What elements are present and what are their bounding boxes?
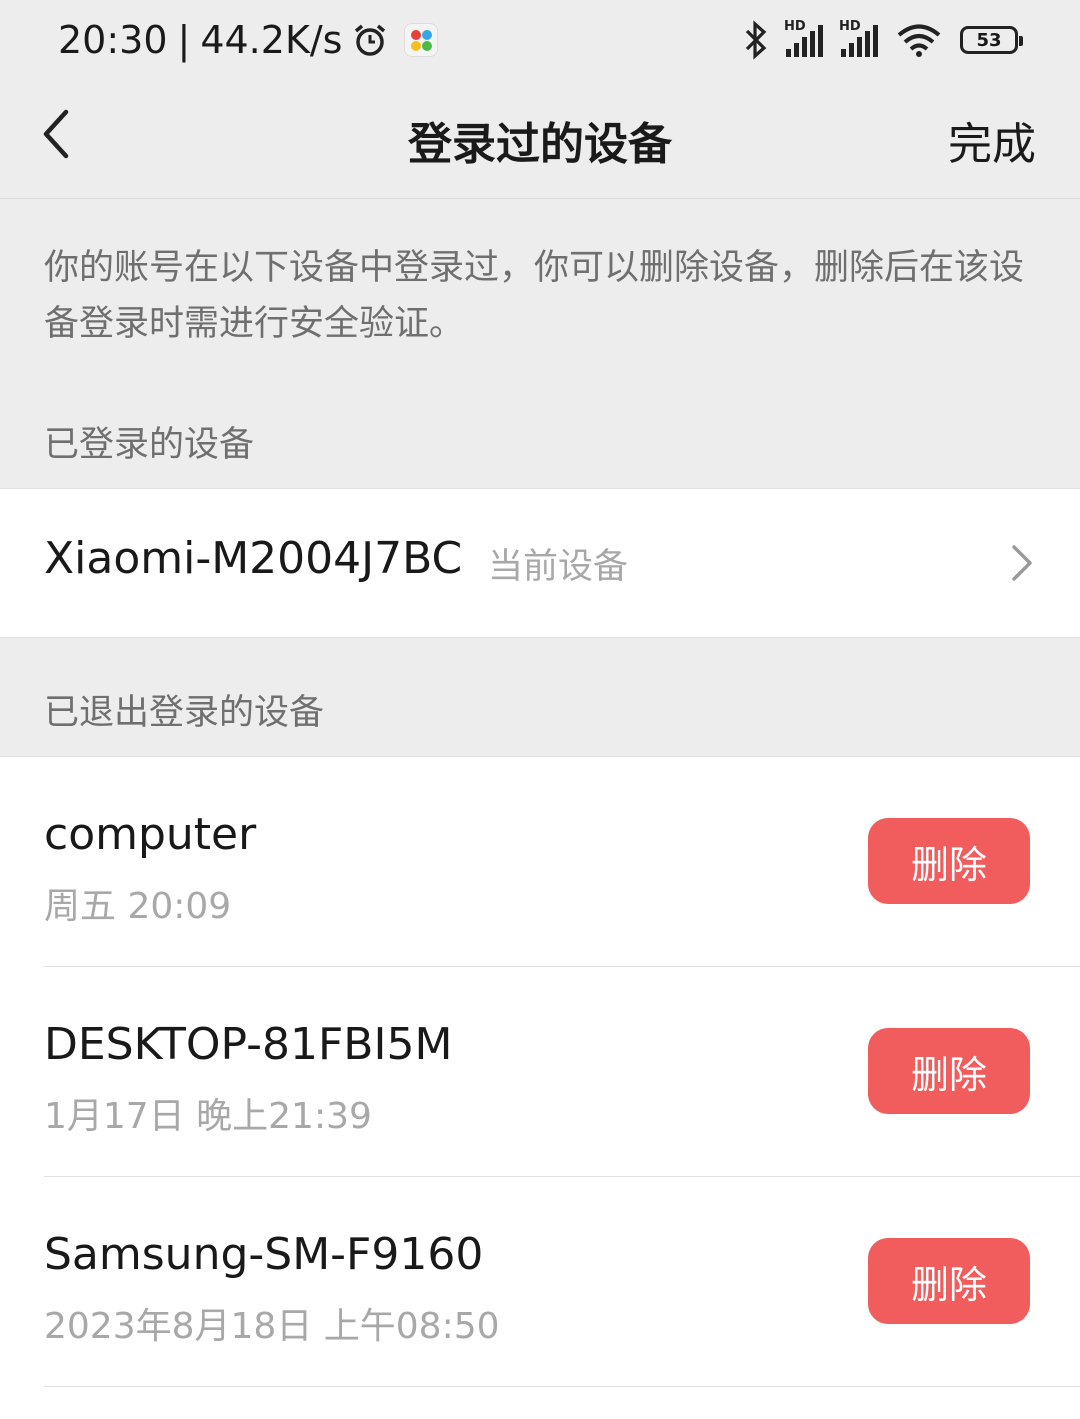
- wifi-icon: [897, 24, 941, 57]
- device-name: Xiaomi-M2004J7BC: [44, 533, 463, 584]
- done-button[interactable]: 完成: [948, 108, 1036, 172]
- delete-button[interactable]: 删除: [868, 818, 1030, 904]
- current-device-tag: 当前设备: [488, 547, 629, 587]
- alarm-icon: [355, 24, 386, 56]
- device-last-login: 1月17日 晚上21:39: [44, 1096, 372, 1137]
- logged-out-header: 已退出登录的设备: [44, 693, 325, 733]
- device-last-login: 2023年8月18日 上午08:50: [44, 1306, 500, 1347]
- status-time: 20:30: [58, 18, 168, 62]
- status-separator: |: [177, 18, 191, 62]
- bluetooth-icon: [745, 20, 767, 60]
- hd-badge: HD: [784, 19, 806, 34]
- divider: [44, 1386, 1080, 1387]
- signal-icon: HD: [784, 19, 823, 57]
- device-row: computer 周五 20:09 删除: [0, 757, 1080, 967]
- delete-button[interactable]: 删除: [868, 1028, 1030, 1114]
- app-icon: [404, 23, 439, 57]
- intro-text: 你的账号在以下设备中登录过，你可以删除设备，删除后在该设备登录时需进行安全验证。: [44, 248, 1025, 344]
- page-title: 登录过的设备: [408, 119, 672, 170]
- device-name: DESKTOP-81FBI5M: [44, 1019, 453, 1070]
- status-bar: 20:30 | 44.2K/s HD HD 53: [0, 0, 1080, 84]
- logged-out-device-list: computer 周五 20:09 删除 DESKTOP-81FBI5M 1月1…: [0, 756, 1080, 1419]
- signal-icon: HD: [839, 19, 878, 57]
- device-last-login: 周五 20:09: [44, 886, 232, 927]
- status-right: HD HD 53: [744, 19, 1023, 60]
- hd-badge: HD: [839, 19, 861, 34]
- device-row: DESKTOP-81FBI5M 1月17日 晚上21:39 删除: [0, 967, 1080, 1177]
- chevron-right-icon: [1012, 545, 1032, 581]
- status-left: 20:30 | 44.2K/s: [58, 18, 439, 62]
- logged-in-header: 已登录的设备: [44, 425, 255, 465]
- device-name: Samsung-SM-F9160: [44, 1229, 484, 1280]
- battery-icon: 53: [960, 26, 1023, 54]
- current-device-row[interactable]: Xiaomi-M2004J7BC 当前设备: [0, 488, 1080, 638]
- device-row: Samsung-SM-F9160 2023年8月18日 上午08:50 删除: [0, 1177, 1080, 1387]
- nav-bar: 登录过的设备 完成: [0, 84, 1080, 199]
- device-name: computer: [44, 809, 257, 860]
- delete-button[interactable]: 删除: [868, 1238, 1030, 1324]
- network-speed: 44.2K/s: [200, 18, 343, 62]
